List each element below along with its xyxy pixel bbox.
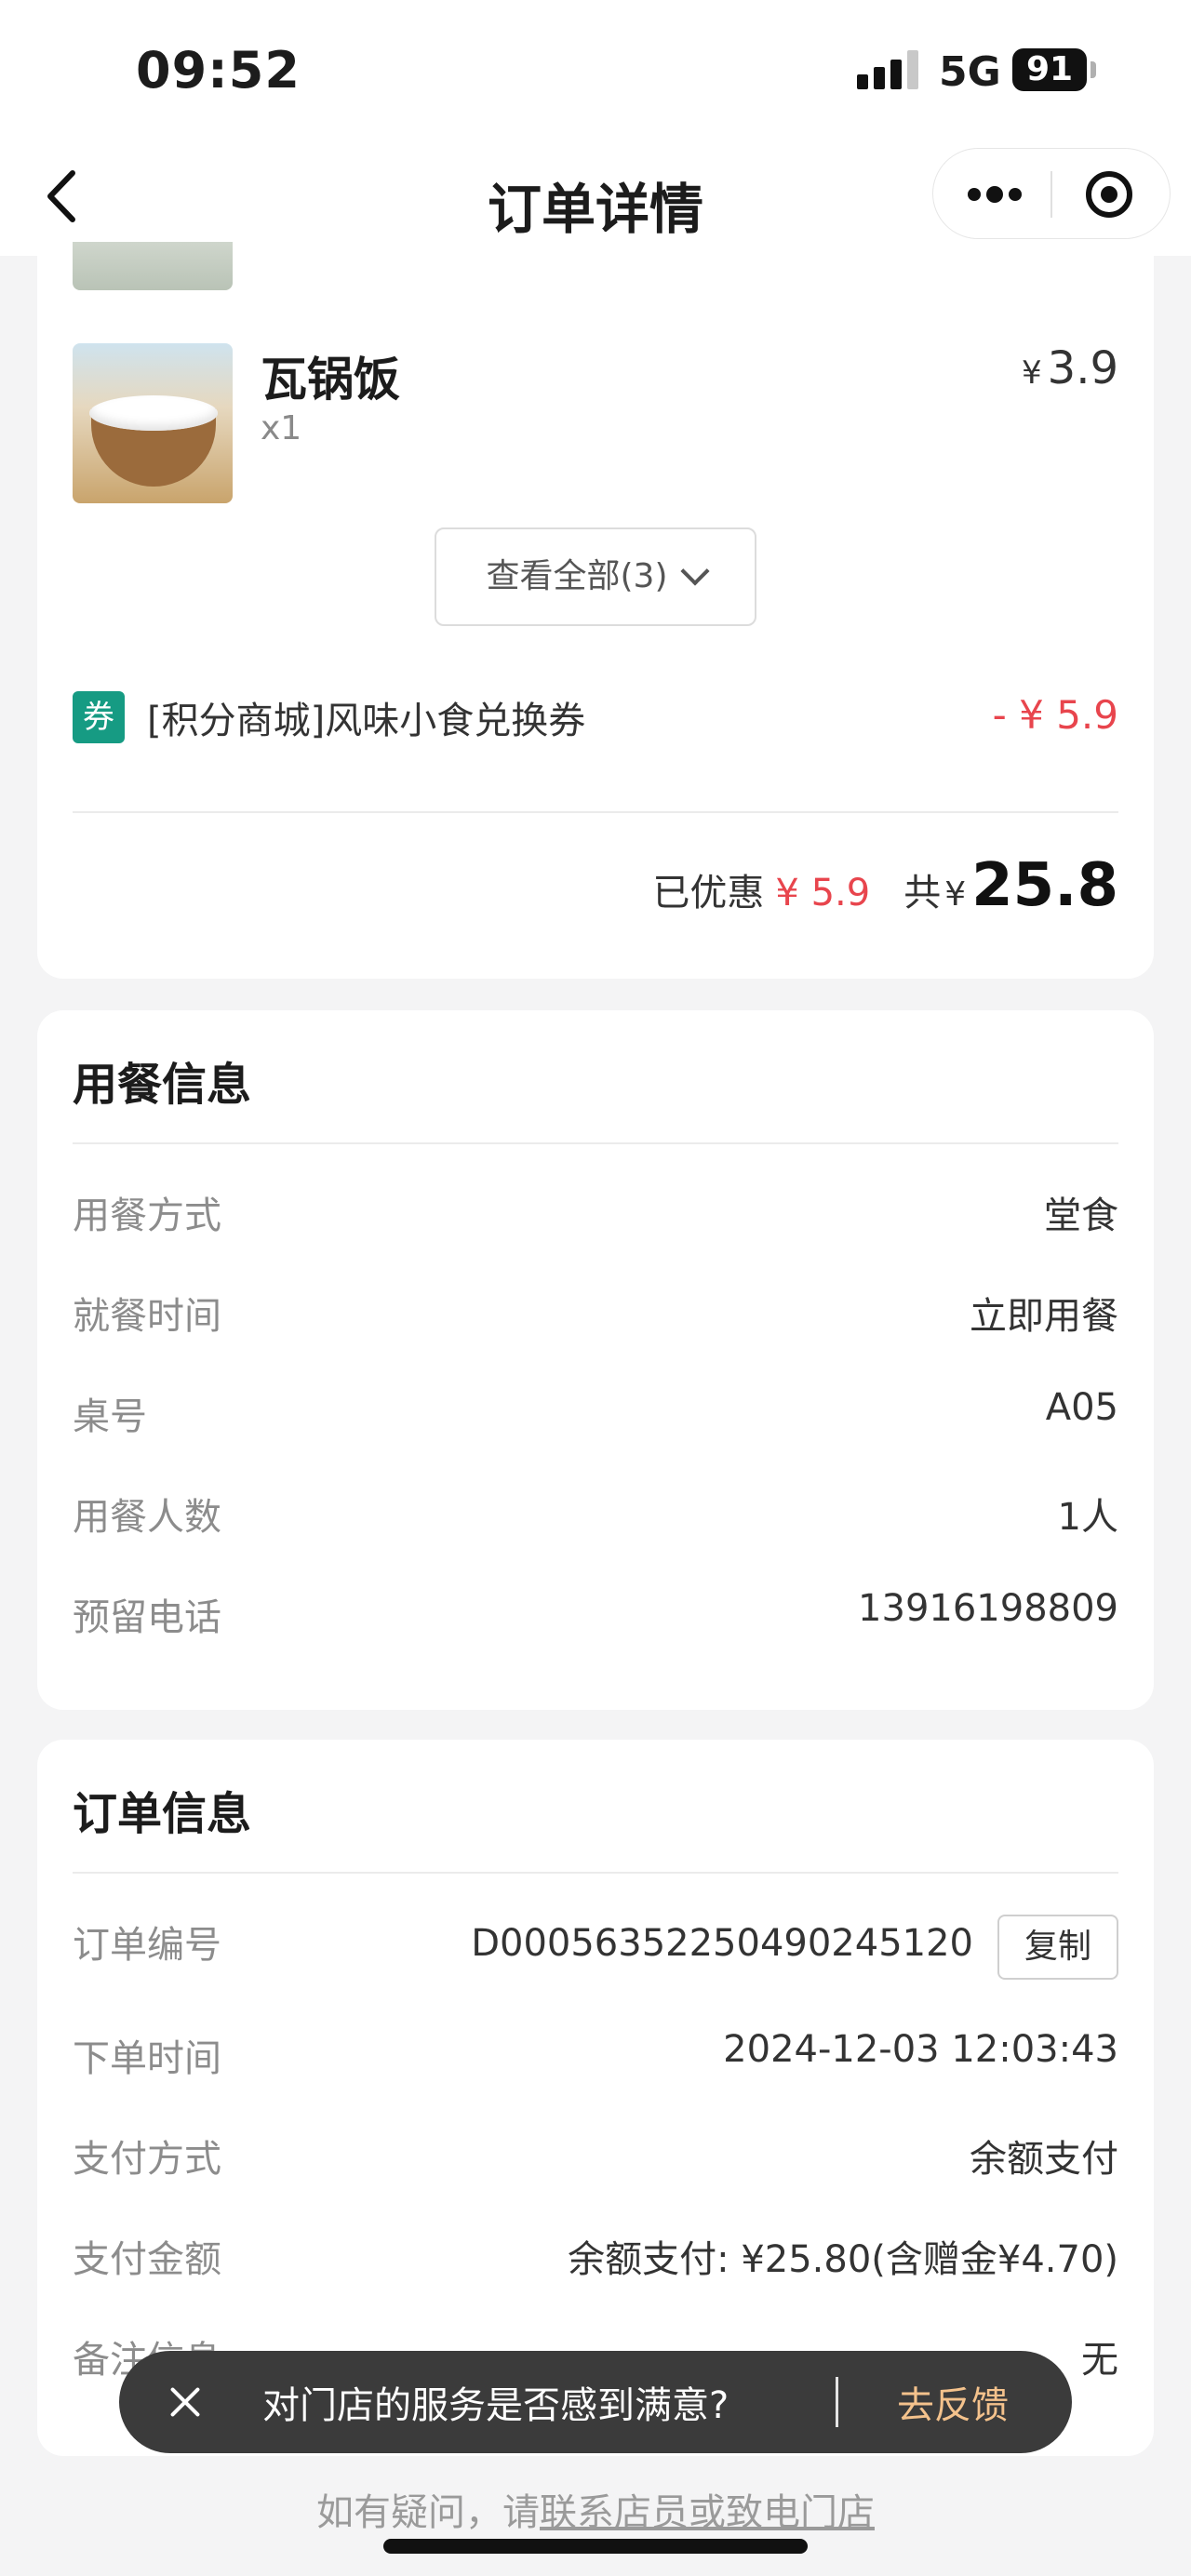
- coupon-amount: - ¥ 5.9: [992, 692, 1118, 738]
- dining-time-value: 立即用餐: [970, 1295, 1118, 1338]
- item-image: [73, 343, 233, 503]
- dining-mode-label: 用餐方式: [73, 1195, 221, 1237]
- total-currency: ¥: [944, 875, 967, 914]
- order-number-value: D000563522504902451​20: [471, 1922, 973, 1965]
- status-time: 09:52: [136, 41, 301, 100]
- remark-value: 无: [1081, 2339, 1118, 2382]
- view-all-button[interactable]: 查看全部(3): [435, 527, 756, 626]
- item-name: 瓦锅饭: [261, 353, 400, 407]
- chevron-down-icon: [679, 556, 710, 586]
- coupon-badge: 券: [73, 691, 125, 743]
- dining-mode-value: 堂食: [1044, 1195, 1118, 1237]
- coupon-name: [积分商城]风味小食兑换券: [147, 700, 586, 742]
- order-items-card: 瓦锅饭 x1 ¥3.9 查看全部(3) 券 [积分商城]风味小食兑换券 - ¥ …: [37, 242, 1154, 979]
- divider: [73, 1142, 1118, 1144]
- battery-tip: [1091, 61, 1096, 78]
- item-quantity: x1: [261, 409, 302, 447]
- footer-prefix: 如有疑问，请: [316, 2491, 540, 2534]
- more-icon[interactable]: [967, 182, 1023, 207]
- payment-method-value: 余额支付: [970, 2138, 1118, 2181]
- item-price: ¥3.9: [1022, 342, 1118, 394]
- contact-store-link[interactable]: 联系店员或致电门店: [540, 2491, 875, 2534]
- section-title: 订单信息: [73, 1788, 252, 1840]
- divider: [73, 1872, 1118, 1874]
- order-info-card: 订单信息 订单编号 D000563522504902451​20 复制 下单时间…: [37, 1740, 1154, 2456]
- phone-label: 预留电话: [73, 1596, 221, 1639]
- party-size-value: 1人: [1057, 1496, 1118, 1539]
- currency-symbol: ¥: [1022, 354, 1042, 392]
- table-number-value: A05: [1045, 1386, 1118, 1429]
- signal-icon: [857, 50, 918, 89]
- order-number-label: 订单编号: [73, 1924, 221, 1967]
- payment-amount-value: 余额支付: ¥25.80(含赠金¥4.70): [568, 2238, 1118, 2281]
- payment-method-label: 支付方式: [73, 2138, 221, 2181]
- order-time-label: 下单时间: [73, 2037, 221, 2080]
- copy-button[interactable]: 复制: [997, 1915, 1118, 1980]
- table-number-label: 桌号: [73, 1395, 147, 1438]
- payment-amount-label: 支付金额: [73, 2238, 221, 2281]
- close-mini-program-icon[interactable]: [1084, 169, 1134, 220]
- previous-item-image: [73, 242, 233, 290]
- discount-label: 已优惠: [652, 872, 765, 914]
- battery-icon: 91: [1012, 48, 1087, 91]
- feedback-prompt: 对门店的服务是否感到满意?: [262, 2384, 729, 2427]
- capsule-divider: [1050, 171, 1052, 218]
- total-row: 已优惠 ¥ 5.9 共 ¥ 25.8: [652, 851, 1118, 926]
- status-bar: 09:52 5G 91: [0, 0, 1191, 140]
- view-all-label: 查看全部(3): [486, 557, 668, 595]
- toast-divider: [836, 2377, 838, 2427]
- nav-bar: 订单详情: [0, 140, 1191, 256]
- rice-shape: [89, 395, 218, 431]
- mini-program-capsule: [932, 148, 1171, 239]
- feedback-toast: 对门店的服务是否感到满意? 去反馈: [119, 2351, 1072, 2453]
- item-price-value: 3.9: [1047, 342, 1118, 394]
- divider: [73, 811, 1118, 813]
- network-label: 5G: [939, 48, 1001, 96]
- home-indicator: [383, 2539, 808, 2554]
- section-title: 用餐信息: [73, 1059, 252, 1111]
- party-size-label: 用餐人数: [73, 1496, 221, 1539]
- feedback-button[interactable]: 去反馈: [897, 2375, 1009, 2429]
- order-time-value: 2024-12-03 12:03:43: [723, 2028, 1118, 2071]
- dining-time-label: 就餐时间: [73, 1295, 221, 1338]
- close-icon[interactable]: [167, 2384, 203, 2420]
- phone-value: 13916198809: [858, 1587, 1118, 1630]
- total-label: 共: [903, 872, 942, 914]
- discount-value: ¥ 5.9: [775, 872, 871, 914]
- total-value: 25.8: [971, 851, 1118, 920]
- footer-help: 如有疑问，请联系店员或致电门店: [0, 2482, 1191, 2536]
- dining-info-card: 用餐信息 用餐方式 堂食 就餐时间 立即用餐 桌号 A05 用餐人数 1人 预留…: [37, 1010, 1154, 1710]
